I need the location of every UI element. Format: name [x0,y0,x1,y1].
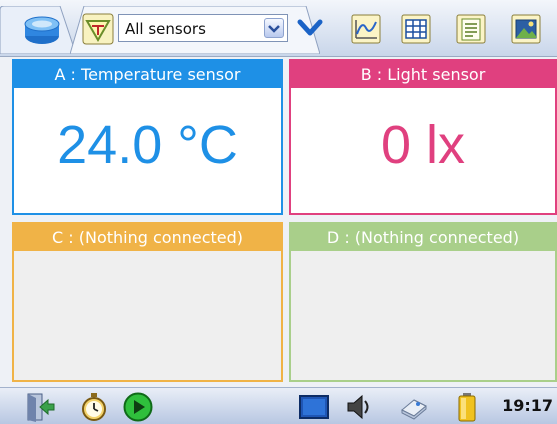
temperature-value: 24.0 °C [57,115,238,175]
play-icon[interactable] [122,392,154,422]
display-icon[interactable] [298,392,330,422]
sensor-panel-b[interactable]: B : Light sensor 0 lx [289,59,557,215]
clock: 19:17 [502,396,553,415]
sensor-select[interactable]: All sensors [118,14,288,42]
triangle-sensor-icon[interactable] [82,13,114,45]
exit-icon[interactable] [24,392,56,422]
panel-header: C : (Nothing connected) [14,224,281,251]
light-value: 0 lx [380,115,466,175]
top-toolbar: All sensors [0,0,557,57]
bottom-taskbar: 19:17 [0,387,557,424]
database-icon[interactable] [22,14,62,46]
panel-header: B : Light sensor [291,61,555,88]
table-view-icon[interactable] [400,12,432,46]
stopwatch-icon[interactable] [78,392,110,422]
chevron-down-icon[interactable] [296,16,324,40]
eraser-icon[interactable] [398,392,430,422]
speaker-icon[interactable] [342,392,374,422]
graph-view-icon[interactable] [350,12,382,46]
sensor-panel-a[interactable]: A : Temperature sensor 24.0 °C [12,59,283,215]
notes-view-icon[interactable] [455,12,487,46]
panel-header: D : (Nothing connected) [291,224,555,251]
battery-icon [458,393,476,422]
sensor-panel-c[interactable]: C : (Nothing connected) [12,222,283,382]
select-dropdown-icon[interactable] [264,18,284,38]
image-view-icon[interactable] [510,12,542,46]
sensor-select-value: All sensors [125,20,206,38]
sensor-panel-d[interactable]: D : (Nothing connected) [289,222,557,382]
panel-header: A : Temperature sensor [14,61,281,88]
